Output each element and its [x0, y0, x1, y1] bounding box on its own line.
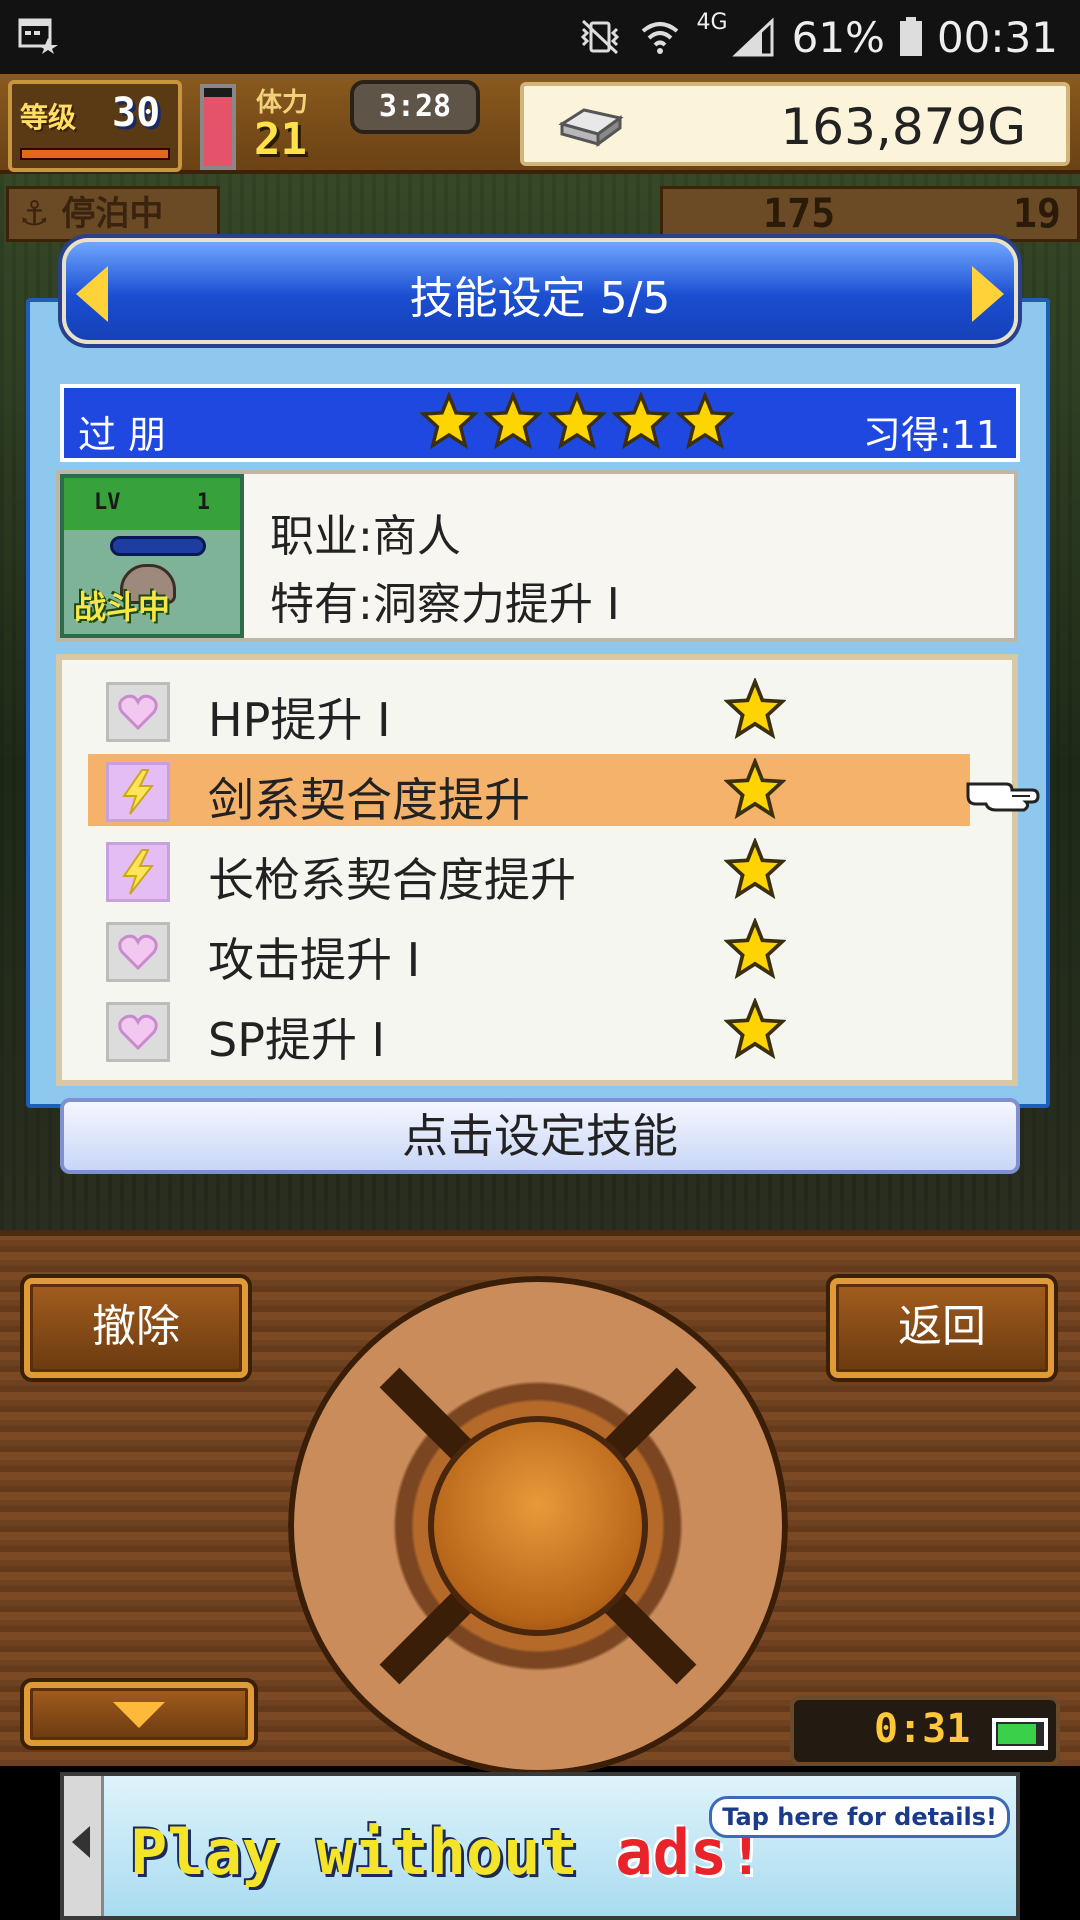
skill-name: 攻击提升 I	[208, 933, 421, 987]
lightning-icon	[106, 842, 170, 902]
dialog-header: 技能设定 5/5	[62, 238, 1018, 344]
skill-name: SP提升 I	[208, 1013, 386, 1067]
network-type: 4G	[696, 10, 728, 35]
remove-button[interactable]: 撤除	[24, 1278, 248, 1378]
ad-text-main: Play without	[130, 1816, 616, 1889]
rarity-stars	[419, 390, 735, 454]
star-icon	[723, 756, 787, 824]
hud-top-bar: 等级 30 体力 21 3:28 163,879G	[0, 74, 1080, 174]
character-portrait[interactable]: LV 1 战斗中	[60, 474, 244, 638]
resource-1-value: 175	[763, 191, 836, 237]
status-bar: 4G 61% 00:31	[0, 0, 1080, 74]
special-skill-text: 特有:洞察力提升 I	[270, 579, 620, 630]
skill-row[interactable]: 长枪系契合度提升	[88, 834, 970, 907]
character-detail: LV 1 战斗中 职业:商人 特有:洞察力提升 I	[56, 470, 1018, 642]
dpad[interactable]	[288, 1276, 788, 1776]
signal-icon	[731, 17, 774, 57]
lightning-icon	[106, 762, 170, 822]
capsule-icon	[110, 536, 206, 556]
resource-2-value: 19	[1012, 191, 1061, 237]
next-arrow-icon[interactable]	[972, 266, 1004, 322]
ad-banner[interactable]: Play without ads! Tap here for details!	[60, 1772, 1020, 1920]
left-arrow-icon	[72, 1826, 90, 1858]
skill-row[interactable]: 攻击提升 I	[88, 914, 970, 987]
gold-panel: 163,879G	[520, 82, 1070, 166]
learned-count: 习得:11	[862, 413, 1000, 457]
resource-panel: 175 19	[660, 186, 1080, 242]
skill-row[interactable]: SP提升 I	[88, 994, 970, 1067]
heart-icon	[106, 922, 170, 982]
star-icon	[483, 390, 543, 454]
exp-bar	[20, 148, 170, 160]
star-icon	[723, 916, 787, 984]
star-icon	[611, 390, 671, 454]
ad-tip-bubble[interactable]: Tap here for details!	[709, 1796, 1010, 1838]
silver-ingot-icon	[558, 108, 624, 147]
dialog-title: 技能设定 5/5	[409, 273, 671, 324]
back-button[interactable]: 返回	[830, 1278, 1054, 1378]
battery-icon	[899, 17, 922, 56]
battery-icon	[992, 1718, 1048, 1750]
anchor-status: ⚓ 停泊中	[6, 186, 220, 242]
skill-name: 长枪系契合度提升	[208, 853, 576, 907]
battle-status: 战斗中	[74, 588, 171, 626]
stamina-gauge	[200, 84, 236, 170]
ad-prev[interactable]	[64, 1776, 104, 1916]
ad-text: Play without ads!	[130, 1816, 765, 1889]
hud-sub-bar: ⚓ 停泊中 175 19	[0, 182, 1080, 242]
skill-row[interactable]: 剑系契合度提升	[88, 754, 970, 827]
battery-percent: 61%	[791, 12, 885, 62]
game-clock-panel: 0:31	[790, 1696, 1060, 1766]
clock: 00:31	[936, 12, 1058, 62]
star-icon	[419, 390, 479, 454]
stamina-value: 21	[254, 114, 307, 165]
character-name: 过 朋	[78, 413, 167, 457]
skill-row[interactable]: HP提升 I	[88, 674, 970, 747]
job-text: 职业:商人	[270, 511, 461, 562]
gold-amount: 163,879G	[780, 98, 1026, 156]
dpad-center-button[interactable]	[428, 1416, 648, 1636]
set-skill-button[interactable]: 点击设定技能	[60, 1098, 1020, 1174]
controller-panel: 撤除 返回 0:31	[0, 1230, 1080, 1776]
anchor-icon: ⚓	[19, 194, 50, 234]
heart-icon	[106, 1002, 170, 1062]
skill-name: HP提升 I	[208, 693, 391, 747]
level-value: 30	[112, 90, 161, 136]
star-icon	[547, 390, 607, 454]
stamina-timer: 3:28	[350, 80, 480, 134]
level-label: 等级	[20, 101, 77, 134]
portrait-lv-label: LV	[94, 490, 121, 515]
notification-icon	[18, 18, 58, 54]
pointing-hand-icon	[966, 782, 1040, 812]
heart-icon	[106, 682, 170, 742]
down-arrow-icon	[113, 1702, 165, 1728]
star-icon	[723, 996, 787, 1064]
anchor-label: 停泊中	[61, 194, 164, 234]
level-panel: 等级 30	[8, 80, 182, 172]
skill-list: HP提升 I 剑系契合度提升 长枪系契合度提升 攻击提升 I SP提升 I	[56, 654, 1018, 1086]
portrait-lv-value: 1	[196, 490, 210, 515]
star-icon	[723, 836, 787, 904]
star-icon	[723, 676, 787, 744]
game-clock: 0:31	[874, 1706, 971, 1752]
wifi-icon	[641, 22, 678, 54]
star-icon	[675, 390, 735, 454]
skill-name: 剑系契合度提升	[208, 773, 530, 827]
vibrate-mute-icon	[580, 19, 619, 55]
character-info-bar: 过 朋 习得:11	[60, 384, 1020, 462]
scroll-down-button[interactable]	[24, 1682, 254, 1746]
